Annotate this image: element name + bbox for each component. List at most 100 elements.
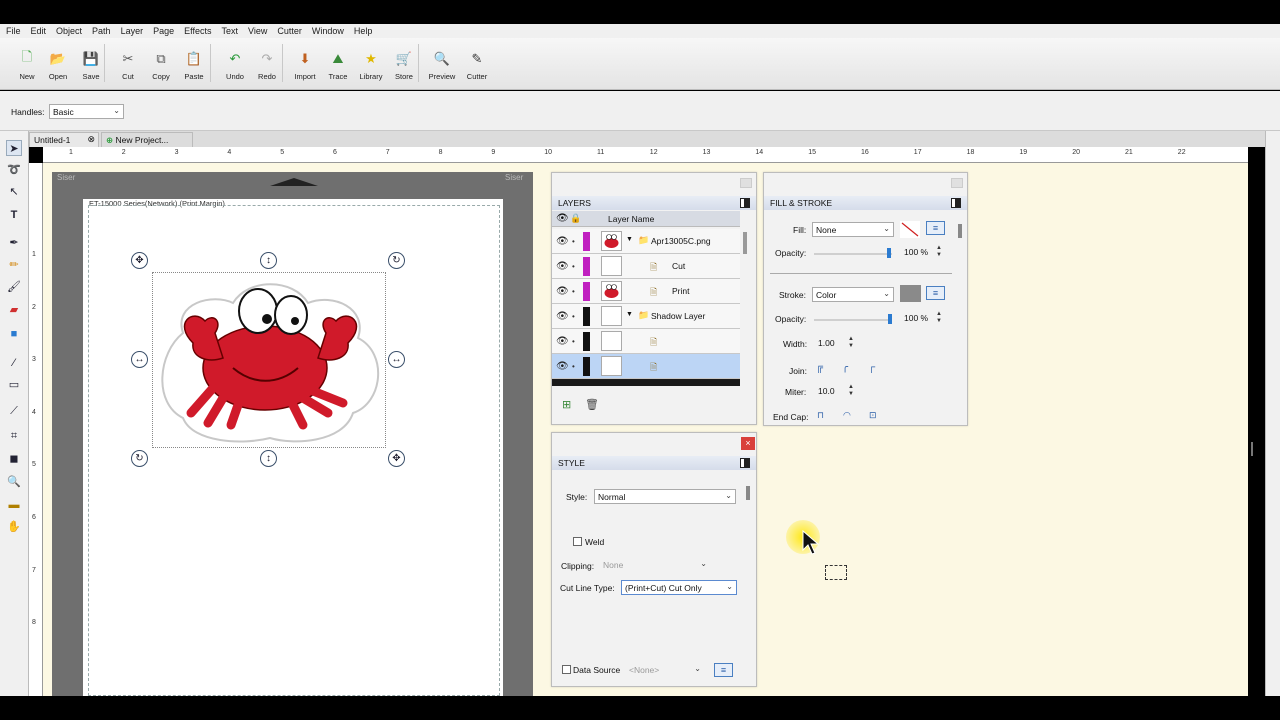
scale-handle-right[interactable]: ↔ [388,351,405,368]
width-field[interactable]: 1.00 [815,336,845,351]
rotate-handle-top-left[interactable]: ✥ [131,252,148,269]
stroke-opacity-field[interactable]: 100 % [901,311,933,326]
layer-row[interactable]: 👁 • 🗎 [552,329,740,354]
miter-join-icon[interactable]: ╔ [816,362,830,376]
miter-spinner[interactable]: ▲ ▼ [847,384,855,398]
redo-button[interactable]: ↷ Redo [250,44,284,88]
menu-item-page[interactable]: Page [153,26,174,36]
visibility-eye-icon[interactable]: 👁 [556,261,569,272]
gradient-icon[interactable]: ▭ [6,377,22,393]
panel-close-icon[interactable] [740,178,752,188]
trace-button[interactable]: ⛰ Trace [321,44,355,88]
open-button[interactable]: 📂 Open [41,44,75,88]
tab-new-project[interactable]: ⊕ New Project... [101,132,193,147]
select-arrow-icon[interactable]: ➤ [6,140,22,156]
paste-button[interactable]: 📋 Paste [177,44,211,88]
visibility-eye-icon[interactable]: 👁 [556,236,569,247]
scale-handle-bottom[interactable]: ↕ [260,450,277,467]
layers-scroll-thumb[interactable] [743,232,747,254]
lock-toggle[interactable]: • [572,337,575,346]
rectangle-shape-icon[interactable]: ■ [6,326,22,342]
bevel-join-icon[interactable]: ┌ [868,362,882,376]
canvas-scroll-marker[interactable] [1251,442,1253,456]
lasso-icon[interactable]: ➰ [6,162,22,178]
menu-item-object[interactable]: Object [56,26,82,36]
library-button[interactable]: ★ Library [354,44,388,88]
visibility-eye-icon[interactable]: 👁 [556,311,569,322]
menu-item-cutter[interactable]: Cutter [277,26,302,36]
stroke-opacity-spinner[interactable]: ▲ ▼ [935,311,943,325]
layer-row[interactable]: 👁 • 🗎 Cut [552,254,740,279]
stroke-select[interactable]: Color ⌄ [812,287,894,302]
tab-untitled-1[interactable]: Untitled-1 ⊗ [29,132,99,147]
rotate-handle-bottom-right[interactable]: ✥ [388,450,405,467]
preview-button[interactable]: 🔍 Preview [425,44,459,88]
menu-item-help[interactable]: Help [354,26,373,36]
cut-button[interactable]: ✂ Cut [111,44,145,88]
rotate-handle-bottom-left[interactable]: ↻ [131,450,148,467]
panel-pin-icon[interactable] [740,198,750,208]
scale-handle-top[interactable]: ↕ [260,252,277,269]
layer-row[interactable]: 👁 • 🗎 [552,354,740,379]
rotate-handle-top-right[interactable]: ↻ [388,252,405,269]
weld-checkbox[interactable] [573,537,582,546]
cutline-select[interactable]: (Print+Cut) Cut Only ⌄ [621,580,737,595]
expand-arrow-icon[interactable]: ▼ [626,236,633,243]
menu-item-layer[interactable]: Layer [121,26,144,36]
crop-icon[interactable]: ⌗ [6,428,22,444]
no-fill-swatch-icon[interactable] [900,221,920,238]
undo-button[interactable]: ↶ Undo [218,44,252,88]
trash-icon[interactable]: 🗑 [585,398,599,411]
miter-field[interactable]: 10.0 [815,384,845,399]
fill-opacity-field[interactable]: 100 % [901,245,933,260]
stroke-color-swatch[interactable] [900,285,921,302]
menu-item-text[interactable]: Text [221,26,238,36]
menu-item-effects[interactable]: Effects [184,26,211,36]
pen-tool-icon[interactable]: ✒ [6,235,22,251]
eraser-icon[interactable]: ▰ [6,302,22,318]
ruler-measure-icon[interactable]: ▬ [6,497,22,513]
data-source-options-button[interactable]: ≡ [714,663,733,677]
layer-row[interactable]: 👁 • ▼ 📁 Apr13005C.png [552,229,740,254]
fill-options-button[interactable]: ≡ [926,221,945,235]
store-button[interactable]: 🛒 Store [387,44,421,88]
menu-item-edit[interactable]: Edit [31,26,47,36]
style-select[interactable]: Normal ⌄ [594,489,736,504]
layer-list-scrollbar[interactable] [552,379,740,386]
width-spinner[interactable]: ▲ ▼ [847,336,855,350]
copy-button[interactable]: ⧉ Copy [144,44,178,88]
new-button[interactable]: 🗋 New [10,44,44,88]
menu-item-window[interactable]: Window [312,26,344,36]
style-scroll-thumb[interactable] [746,486,750,500]
expand-arrow-icon[interactable]: ▼ [626,311,633,318]
text-tool-icon[interactable]: T [6,207,22,223]
menu-item-file[interactable]: File [6,26,21,36]
visibility-eye-icon[interactable]: 👁 [556,361,569,372]
selection-bounding-box[interactable] [152,272,386,448]
data-source-checkbox[interactable] [562,665,571,674]
add-layer-icon[interactable]: ⊞ [562,398,571,411]
close-icon[interactable]: × [741,437,755,450]
handles-select[interactable]: Basic ⌄ [49,104,124,119]
visibility-eye-icon[interactable]: 👁 [556,336,569,347]
pencil-icon[interactable]: ✏ [6,257,22,273]
panel-close-icon[interactable] [951,178,963,188]
lock-toggle[interactable]: • [572,362,575,371]
save-button[interactable]: 💾 Save [74,44,108,88]
close-tab-icon[interactable]: ⊗ [87,134,95,145]
visibility-eye-icon[interactable]: 👁 [556,286,569,297]
shape-tool-icon[interactable]: ◼ [6,451,22,467]
lock-toggle[interactable]: • [572,312,575,321]
menu-item-path[interactable]: Path [92,26,111,36]
knife-icon[interactable]: ⟋ [6,403,22,419]
layer-row[interactable]: 👁 • 🗎 Print [552,279,740,304]
butt-cap-icon[interactable]: ⊓ [817,410,829,420]
panel-pin-icon[interactable] [740,458,750,468]
fill-opacity-spinner[interactable]: ▲ ▼ [935,245,943,259]
stroke-opacity-slider[interactable] [814,319,892,321]
scale-handle-left[interactable]: ↔ [131,351,148,368]
panel-pin-icon[interactable] [951,198,961,208]
stroke-options-button[interactable]: ≡ [926,286,945,300]
menu-item-view[interactable]: View [248,26,267,36]
lock-toggle[interactable]: • [572,237,575,246]
